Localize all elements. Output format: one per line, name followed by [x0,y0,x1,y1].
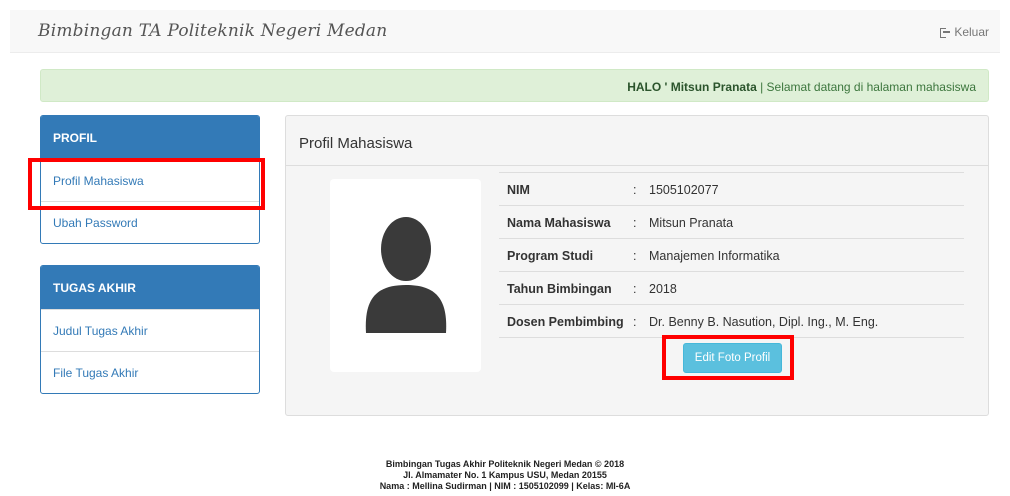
sidebar-item-judul-tugas-akhir[interactable]: Judul Tugas Akhir [41,309,259,351]
welcome-message: | Selamat datang di halaman mahasiswa [756,80,976,94]
panel-divider [286,165,988,166]
field-value: Manajemen Informatika [649,249,780,263]
field-label: Program Studi [507,249,594,263]
top-navbar: Bimbingan TA Politeknik Negeri Medan Kel… [10,10,1000,53]
profile-photo [330,179,481,372]
app-brand[interactable]: Bimbingan TA Politeknik Negeri Medan [38,21,387,41]
highlight-box-profil-mahasiswa [28,158,265,210]
field-value: 1505102077 [649,183,719,197]
table-row: Tahun Bimbingan : 2018 [499,271,964,304]
field-separator: : [633,249,637,263]
field-value: Mitsun Pranata [649,216,734,230]
field-separator: : [633,282,637,296]
greeting-name: HALO ' Mitsun Pranata [627,80,757,94]
profile-info-table: NIM : 1505102077 Nama Mahasiswa : Mitsun… [499,172,964,338]
field-label: Tahun Bimbingan [507,282,612,296]
field-separator: : [633,315,637,329]
field-label: Nama Mahasiswa [507,216,611,230]
field-separator: : [633,216,637,230]
table-row: Dosen Pembimbing : Dr. Benny B. Nasution… [499,304,964,337]
field-label: NIM [507,183,530,197]
field-separator: : [633,183,637,197]
panel-title: Profil Mahasiswa [299,135,413,152]
footer-line-3: Nama : Mellina Sudirman | NIM : 15051020… [379,481,631,491]
table-row: Nama Mahasiswa : Mitsun Pranata [499,205,964,238]
welcome-text: HALO ' Mitsun Pranata | Selamat datang d… [627,80,976,94]
table-row: Program Studi : Manajemen Informatika [499,238,964,271]
sidebar-item-file-tugas-akhir[interactable]: File Tugas Akhir [41,351,259,393]
sidebar-heading-tugas-akhir: TUGAS AKHIR [41,266,259,309]
logout-link[interactable]: Keluar [940,25,989,39]
user-silhouette-icon [365,217,447,333]
sign-out-icon [940,27,951,38]
field-label: Dosen Pembimbing [507,315,624,329]
sidebar-heading-profil: PROFIL [41,116,259,159]
footer-line-2: Jl. Almamater No. 1 Kampus USU, Medan 20… [403,470,607,480]
footer-line-1: Bimbingan Tugas Akhir Politeknik Negeri … [385,459,625,469]
page-footer: Bimbingan Tugas Akhir Politeknik Negeri … [0,459,1010,492]
field-value: 2018 [649,282,677,296]
sidebar-panel-tugas-akhir: TUGAS AKHIR Judul Tugas Akhir File Tugas… [40,265,260,394]
logout-label: Keluar [954,25,989,39]
table-row: NIM : 1505102077 [499,172,964,205]
highlight-box-edit-photo [662,335,794,380]
welcome-alert: HALO ' Mitsun Pranata | Selamat datang d… [40,69,989,102]
profile-panel: Profil Mahasiswa NIM : 1505102077 Nama M… [285,115,989,416]
field-value: Dr. Benny B. Nasution, Dipl. Ing., M. En… [649,315,879,329]
